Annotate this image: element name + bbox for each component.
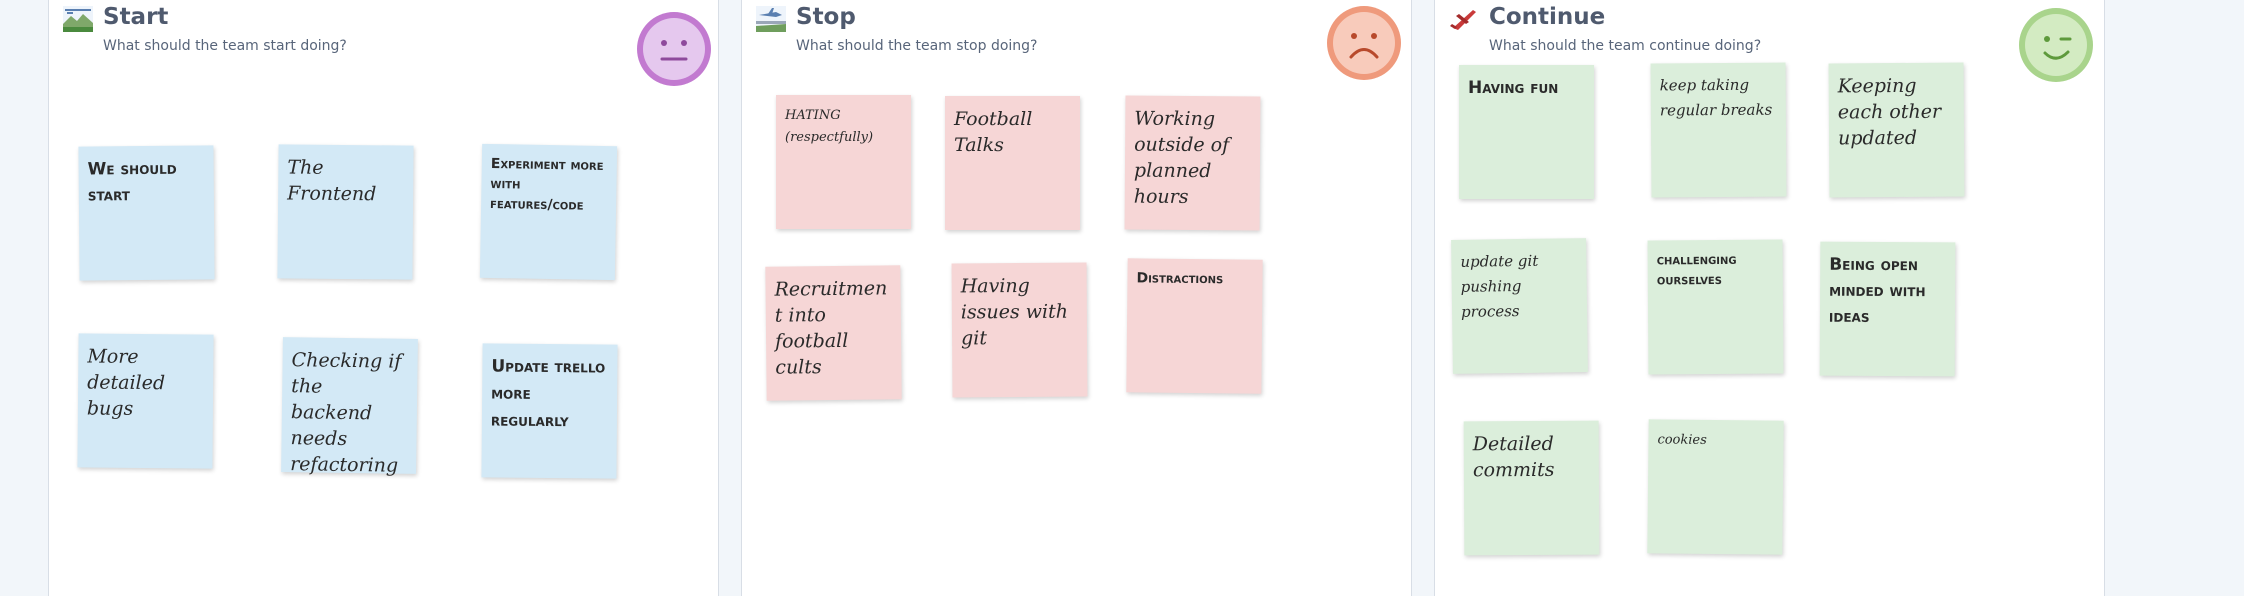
column-continue: Continue What should the team continue d… xyxy=(1434,0,2105,596)
sticky-note[interactable]: Having issues with git xyxy=(951,262,1088,398)
sticky-note[interactable]: Distractions xyxy=(1126,258,1263,394)
sticky-note[interactable]: update git pushing process xyxy=(1451,238,1588,374)
sticky-note[interactable]: challenging ourselves xyxy=(1647,239,1784,375)
column-subtitle: What should the team start doing? xyxy=(103,38,347,54)
column-start: Start What should the team start doing? … xyxy=(48,0,719,596)
airport-icon xyxy=(756,6,786,32)
sticky-note[interactable]: Checking if the backend needs refactorin… xyxy=(281,337,418,477)
sticky-note[interactable]: HATING (respectfully) xyxy=(776,95,911,229)
sticky-note[interactable]: Being open minded with ideas xyxy=(1819,241,1956,377)
sad-face-icon xyxy=(1325,4,1403,82)
sticky-note[interactable]: Working outside of planned hours xyxy=(1124,95,1261,231)
sticky-note[interactable]: Having fun xyxy=(1459,65,1594,199)
column-title: Start xyxy=(103,4,169,30)
sticky-note[interactable]: Recruitment into football cults xyxy=(765,265,902,401)
column-title: Stop xyxy=(796,4,856,30)
sticky-note[interactable]: keep taking regular breaks xyxy=(1650,62,1787,198)
sticky-note[interactable]: More detailed bugs xyxy=(77,333,214,469)
column-stop: Stop What should the team stop doing? HA… xyxy=(741,0,1412,596)
airplane-icon xyxy=(1449,6,1479,32)
sticky-note[interactable]: cookies xyxy=(1647,419,1784,555)
sticky-note[interactable]: Football Talks xyxy=(945,96,1080,230)
sticky-note[interactable]: Keeping each other updated xyxy=(1828,62,1965,198)
column-title: Continue xyxy=(1489,4,1606,30)
sticky-note[interactable]: Detailed commits xyxy=(1463,420,1600,556)
neutral-face-icon xyxy=(635,10,713,88)
wink-face-icon xyxy=(2017,6,2095,84)
sticky-note[interactable]: Experiment more with features/code xyxy=(479,143,618,281)
column-subtitle: What should the team continue doing? xyxy=(1489,38,1762,54)
column-subtitle: What should the team stop doing? xyxy=(796,38,1038,54)
sticky-note[interactable]: The Frontend xyxy=(277,144,414,280)
landscape-icon xyxy=(63,6,93,32)
sticky-note[interactable]: Update trello more regularly xyxy=(481,343,618,479)
sticky-note[interactable]: We should start xyxy=(78,145,215,281)
retro-board: Start What should the team start doing? … xyxy=(0,0,2244,596)
